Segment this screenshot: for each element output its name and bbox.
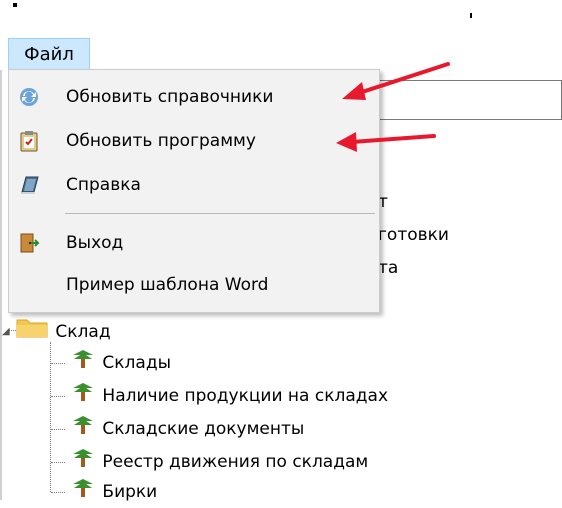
tree-folder-sklad[interactable]: ◢ Склад (2, 316, 111, 346)
tree-item-label: Наличие продукции на складах (102, 386, 389, 406)
window-left-border (0, 70, 2, 500)
menu-item-refresh-directories[interactable]: Обновить справочники (9, 78, 379, 116)
tree-connector (51, 461, 65, 463)
tree-item-label: Реестр движения по складам (102, 452, 369, 472)
tree-icon (70, 347, 96, 379)
tree-item-product-availability[interactable]: Наличие продукции на складах (51, 380, 388, 410)
menu-item-label: Пример шаблона Word (66, 275, 269, 295)
tree-connector (51, 395, 65, 397)
tree-connector (51, 491, 65, 493)
tree-item-label: Складские документы (102, 419, 305, 439)
tree-connector (51, 362, 65, 364)
tree-item-warehouse-documents[interactable]: Складские документы (51, 413, 304, 443)
menu-item-word-template-example[interactable]: Пример шаблона Word (9, 266, 379, 304)
folder-icon (15, 316, 49, 348)
tree-item-label: Бирки (102, 482, 158, 502)
menu-item-label: Выход (66, 233, 124, 253)
tree-item-movement-register[interactable]: Реестр движения по складам (51, 446, 368, 476)
menubar: Файл (0, 0, 562, 70)
menu-item-label: Справка (66, 175, 141, 195)
expand-arrow-icon[interactable]: ◢ (2, 327, 10, 337)
menu-item-exit[interactable]: Выход (9, 224, 379, 262)
tree-item-tags[interactable]: Бирки (51, 476, 157, 506)
tree-icon (70, 446, 96, 478)
tree-icon (70, 413, 96, 445)
clipboard-check-icon (9, 122, 49, 160)
menu-item-label: Обновить программу (66, 131, 256, 151)
file-dropdown-menu: Обновить справочники Обновить программу … (8, 69, 380, 313)
tree-item-label-partial: та (378, 258, 399, 278)
menu-item-help[interactable]: Справка (9, 166, 379, 204)
exit-door-icon (9, 224, 49, 262)
help-book-icon (9, 166, 49, 204)
arrow-annotation-icon (342, 62, 450, 100)
arrow-annotation-icon (336, 132, 436, 152)
tree-item-sklady[interactable]: Склады (51, 347, 171, 377)
refresh-icon (9, 78, 49, 116)
tree-item-label-partial: готовки (378, 225, 449, 245)
tree-icon (70, 476, 96, 508)
tree-connector (51, 428, 65, 430)
tree-folder-label: Склад (55, 322, 111, 342)
tree-item-label: Склады (102, 353, 172, 373)
file-menu-button[interactable]: Файл (8, 38, 90, 70)
menu-item-label: Обновить справочники (66, 87, 274, 107)
menu-item-update-program[interactable]: Обновить программу (9, 122, 379, 160)
tree-icon (70, 380, 96, 412)
menu-separator (65, 213, 375, 214)
